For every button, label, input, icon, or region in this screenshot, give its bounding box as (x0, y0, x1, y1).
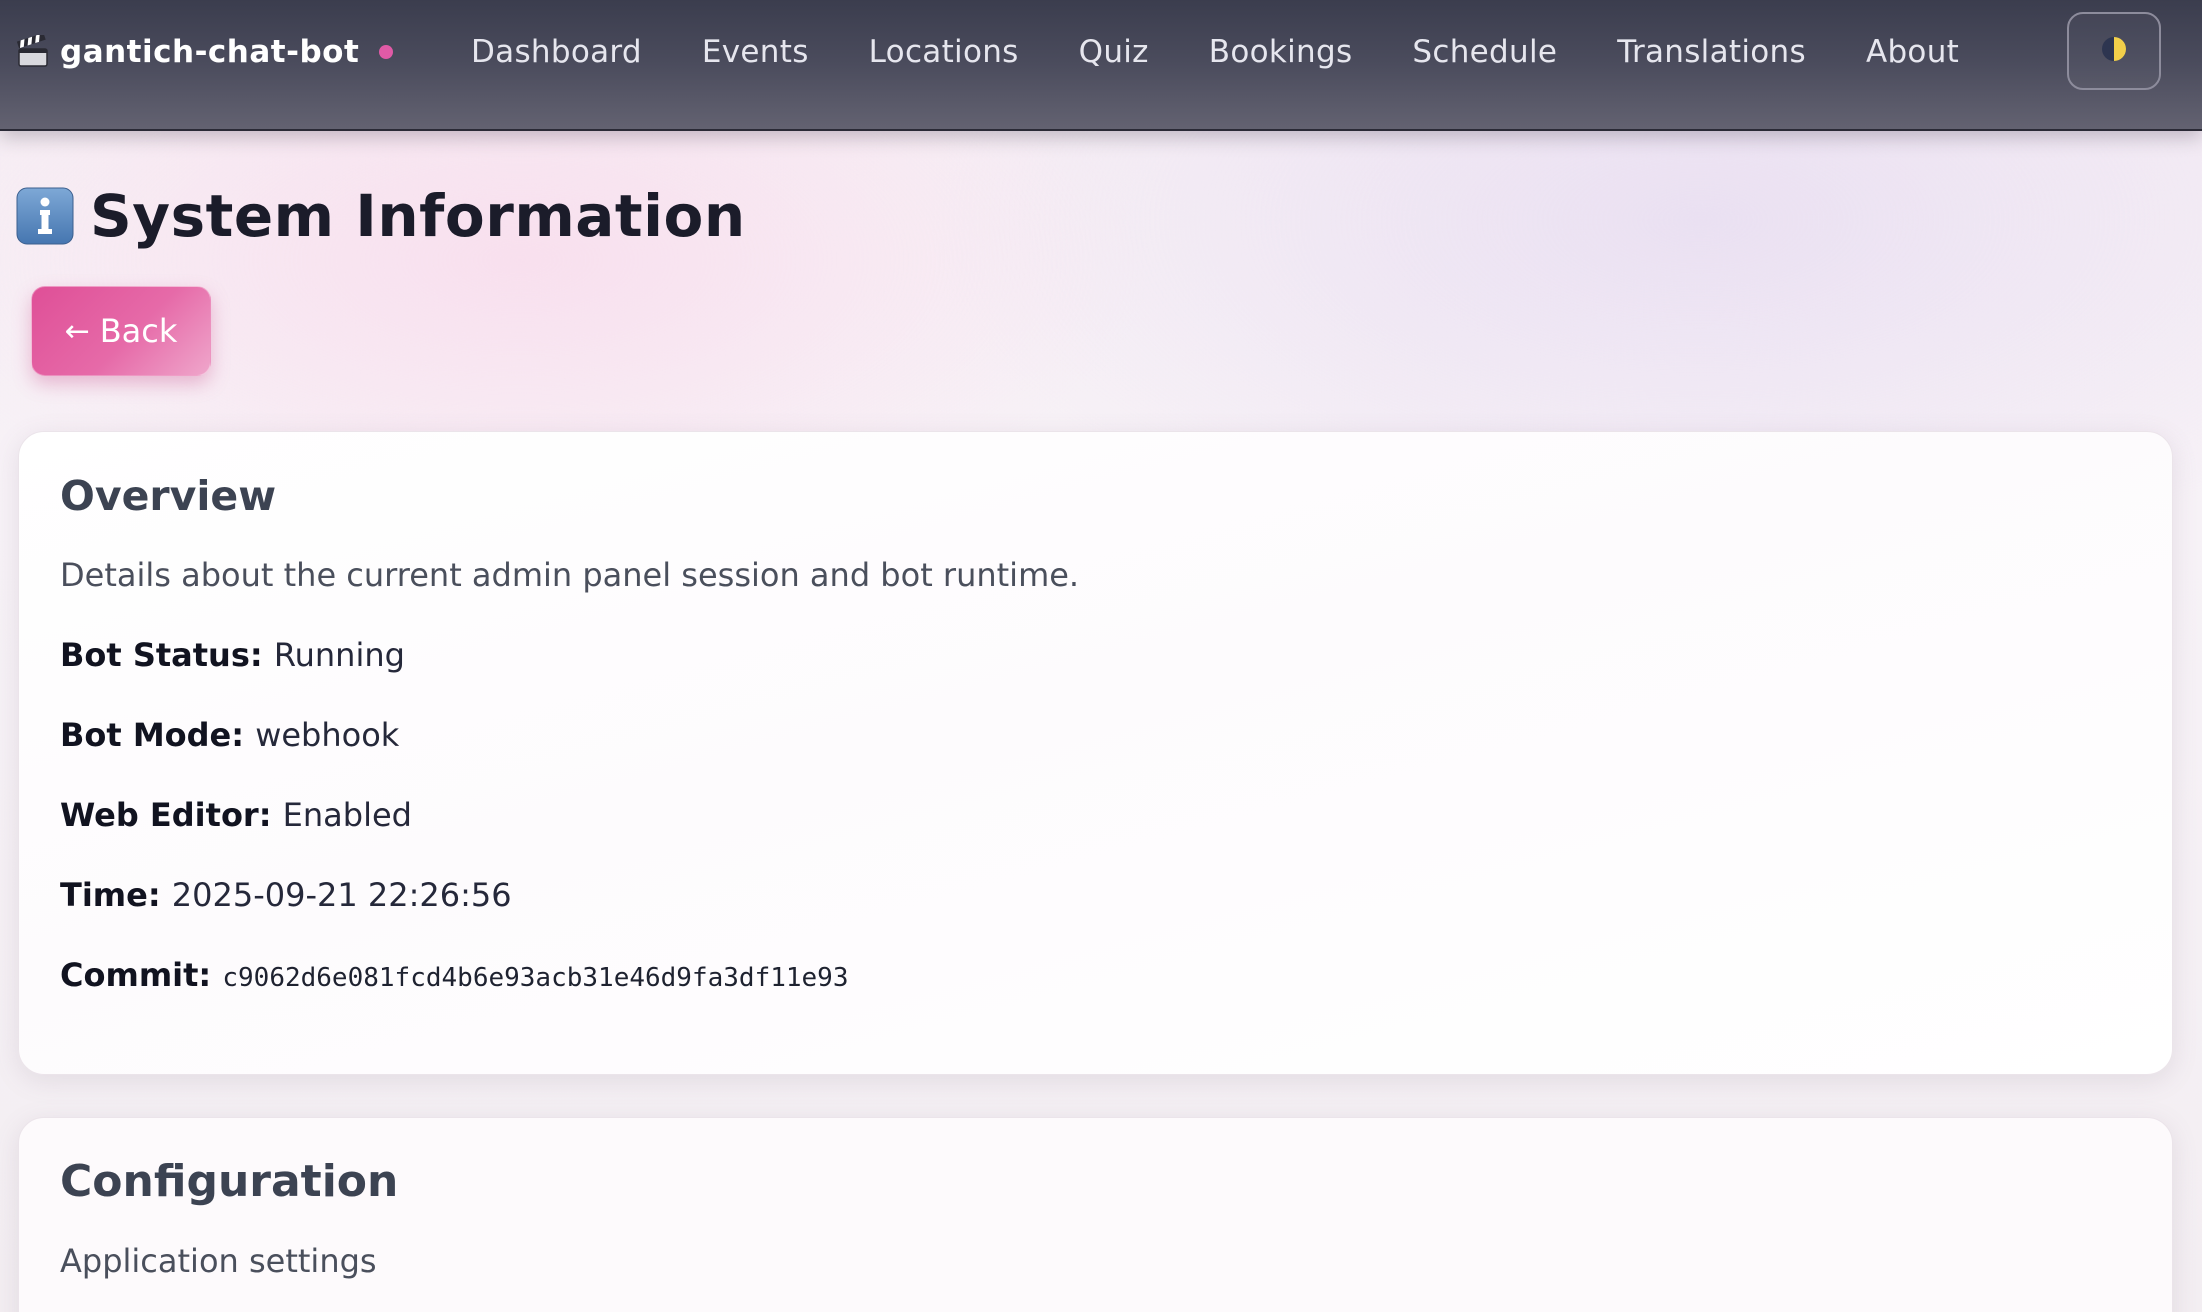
brand-name: gantich-chat-bot (60, 34, 360, 70)
time-label: Time: (60, 876, 172, 914)
bot-status-value: Running (273, 636, 405, 674)
time-value: 2025-09-21 22:26:56 (171, 876, 512, 914)
bot-status-label: Bot Status: (60, 636, 274, 674)
web-editor-row: Web Editor: Enabled (60, 796, 412, 834)
page-title-text: System Information (90, 182, 746, 250)
nav-link-quiz[interactable]: Quiz (1079, 34, 1149, 70)
nav-link-dashboard[interactable]: Dashboard (471, 34, 642, 70)
nav-link-about[interactable]: About (1866, 34, 1959, 70)
nav-link-events[interactable]: Events (702, 34, 809, 70)
bot-mode-label: Bot Mode: (60, 716, 256, 754)
nav-link-locations[interactable]: Locations (869, 34, 1019, 70)
commit-hash: c9062d6e081fcd4b6e93acb31e46d9fa3df11e93 (222, 963, 849, 993)
nav-links: Dashboard Events Locations Quiz Bookings… (471, 28, 1959, 76)
arrow-left-icon: ← (64, 313, 90, 349)
clapperboard-icon (16, 32, 50, 69)
top-navbar: gantich-chat-bot Dashboard Events Locati… (0, 0, 2202, 131)
commit-label: Commit: (60, 956, 223, 994)
half-moon-icon (2100, 35, 2128, 67)
brand[interactable]: gantich-chat-bot (16, 28, 394, 76)
theme-toggle-button[interactable] (2067, 12, 2161, 90)
back-button[interactable]: ← Back (31, 286, 211, 376)
nav-link-bookings[interactable]: Bookings (1209, 34, 1353, 70)
overview-card: Overview Details about the current admin… (18, 431, 2173, 1075)
bot-status-row: Bot Status: Running (60, 636, 405, 674)
overview-description: Details about the current admin panel se… (60, 556, 1080, 594)
web-editor-label: Web Editor: (60, 796, 283, 834)
commit-row: Commit: c9062d6e081fcd4b6e93acb31e46d9fa… (60, 956, 849, 994)
nav-link-schedule[interactable]: Schedule (1412, 34, 1557, 70)
page-title: System Information (16, 178, 746, 254)
configuration-title: Configuration (60, 1156, 399, 1207)
bot-mode-value: webhook (255, 716, 400, 754)
configuration-description: Application settings (60, 1242, 377, 1280)
status-dot (379, 45, 394, 59)
info-icon (16, 187, 74, 245)
bot-mode-row: Bot Mode: webhook (60, 716, 399, 754)
nav-link-translations[interactable]: Translations (1617, 34, 1806, 70)
overview-title: Overview (60, 472, 277, 520)
back-button-label: Back (99, 312, 178, 350)
time-row: Time: 2025-09-21 22:26:56 (60, 876, 512, 914)
configuration-card: Configuration Application settings (18, 1117, 2173, 1312)
web-editor-value: Enabled (282, 796, 412, 834)
